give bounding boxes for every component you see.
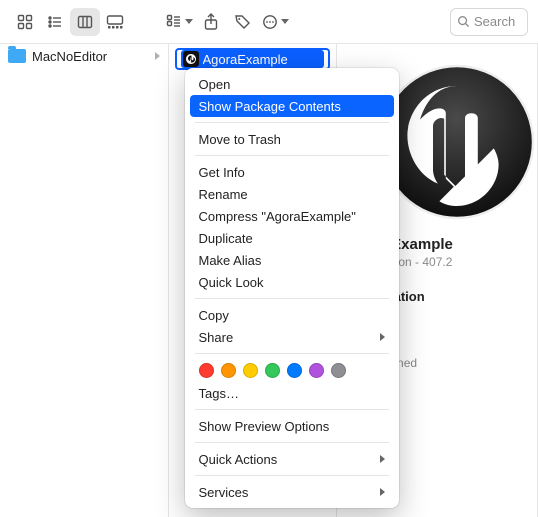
search-placeholder: Search [474, 14, 515, 29]
view-columns-button[interactable] [70, 8, 100, 36]
selected-app-label: AgoraExample [203, 52, 288, 67]
tag-purple[interactable] [309, 363, 324, 378]
tag-green[interactable] [265, 363, 280, 378]
ctx-move-to-trash[interactable]: Move to Trash [185, 128, 399, 150]
ctx-copy[interactable]: Copy [185, 304, 399, 326]
ctx-show-preview-options[interactable]: Show Preview Options [185, 415, 399, 437]
ctx-separator [195, 122, 389, 123]
chevron-down-icon [185, 19, 193, 24]
ctx-services[interactable]: Services [185, 481, 399, 503]
chevron-right-icon [155, 52, 160, 60]
tag-orange[interactable] [221, 363, 236, 378]
chevron-right-icon [380, 455, 385, 463]
ctx-open[interactable]: Open [185, 73, 399, 95]
ctx-tags[interactable]: Tags… [185, 382, 399, 404]
share-button[interactable] [196, 8, 226, 36]
folder-label: MacNoEditor [32, 49, 107, 64]
context-menu: Open Show Package Contents Move to Trash… [185, 68, 399, 508]
app-large-icon [377, 62, 537, 222]
tag-blue[interactable] [287, 363, 302, 378]
ctx-separator [195, 475, 389, 476]
column-2: AgoraExample Open Show Package Contents … [169, 44, 338, 517]
folder-icon [8, 49, 26, 63]
unreal-engine-icon [183, 51, 199, 67]
column-1: MacNoEditor [0, 44, 169, 517]
search-icon [457, 15, 470, 28]
view-mode-group [10, 8, 130, 36]
ctx-compress[interactable]: Compress "AgoraExample" [185, 205, 399, 227]
ctx-rename[interactable]: Rename [185, 183, 399, 205]
group-by-button[interactable] [164, 8, 194, 36]
view-icons-button[interactable] [10, 8, 40, 36]
ctx-separator [195, 442, 389, 443]
more-button[interactable] [260, 8, 290, 36]
search-field[interactable]: Search [450, 8, 528, 36]
ctx-tag-colors [185, 359, 399, 382]
tag-red[interactable] [199, 363, 214, 378]
chevron-right-icon [380, 488, 385, 496]
folder-row-macnoeditor[interactable]: MacNoEditor [0, 44, 168, 68]
ctx-share[interactable]: Share [185, 326, 399, 348]
columns-view: MacNoEditor AgoraExample Open Show Packa… [0, 44, 538, 517]
ctx-separator [195, 155, 389, 156]
ctx-quick-actions[interactable]: Quick Actions [185, 448, 399, 470]
view-gallery-button[interactable] [100, 8, 130, 36]
ctx-show-package-contents[interactable]: Show Package Contents [190, 95, 394, 117]
chevron-down-icon [281, 19, 289, 24]
ctx-make-alias[interactable]: Make Alias [185, 249, 399, 271]
ctx-separator [195, 298, 389, 299]
tags-button[interactable] [228, 8, 258, 36]
tag-yellow[interactable] [243, 363, 258, 378]
ctx-get-info[interactable]: Get Info [185, 161, 399, 183]
ctx-quick-look[interactable]: Quick Look [185, 271, 399, 293]
chevron-right-icon [380, 333, 385, 341]
ctx-separator [195, 353, 389, 354]
ctx-duplicate[interactable]: Duplicate [185, 227, 399, 249]
tag-gray[interactable] [331, 363, 346, 378]
view-list-button[interactable] [40, 8, 70, 36]
selected-app-item[interactable]: AgoraExample [175, 48, 331, 70]
toolbar: Search [0, 0, 538, 44]
ctx-separator [195, 409, 389, 410]
